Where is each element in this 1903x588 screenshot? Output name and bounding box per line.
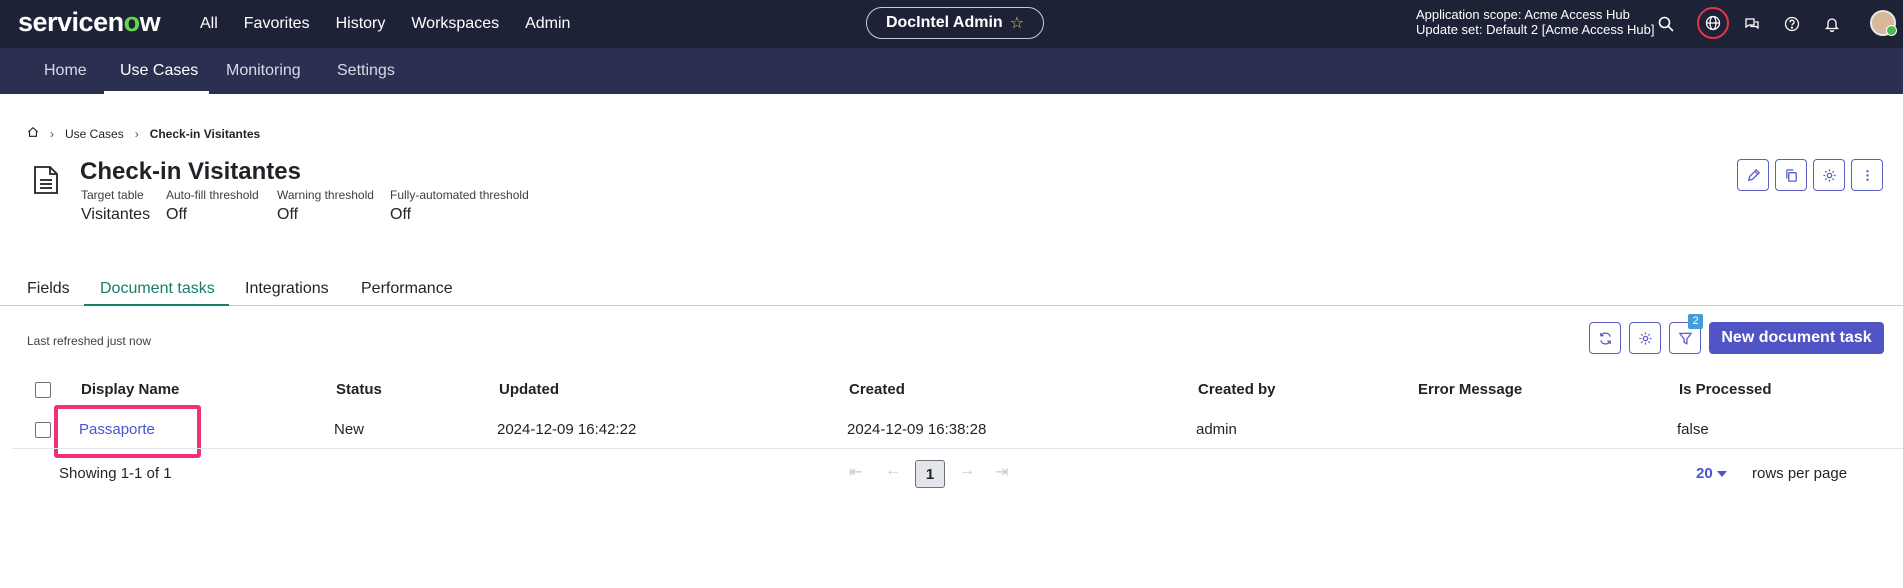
- cell-status: New: [334, 421, 365, 438]
- filter-icon: [1678, 332, 1692, 345]
- subnav-settings[interactable]: Settings: [337, 48, 395, 94]
- gear-icon: [1638, 331, 1652, 345]
- rows-per-page-label: rows per page: [1752, 465, 1848, 482]
- subnav-home[interactable]: Home: [44, 48, 87, 94]
- meta-auto-fill-threshold: Auto-fill threshold Off: [166, 188, 259, 223]
- filter-count-badge: 2: [1688, 314, 1703, 329]
- next-page-icon[interactable]: →: [959, 462, 975, 480]
- column-header-created[interactable]: Created: [849, 381, 905, 398]
- top-nav: All Favorites History Workspaces Admin: [200, 0, 596, 48]
- edit-button[interactable]: [1737, 159, 1769, 191]
- bell-icon[interactable]: [1819, 11, 1845, 37]
- application-scope: Application scope: Acme Access Hub: [1416, 7, 1630, 22]
- new-document-task-button[interactable]: New document task: [1709, 322, 1884, 354]
- breadcrumb-use-cases[interactable]: Use Cases: [65, 127, 124, 141]
- chat-icon[interactable]: [1739, 11, 1765, 37]
- meta-target-table: Target table Visitantes: [81, 188, 151, 223]
- caret-down-icon: [1716, 471, 1727, 478]
- first-page-icon[interactable]: ⇤: [849, 462, 862, 482]
- current-page[interactable]: 1: [915, 460, 945, 488]
- last-page-icon[interactable]: ⇥: [995, 462, 1008, 482]
- breadcrumb-current: Check-in Visitantes: [149, 126, 261, 141]
- document-icon: [33, 165, 59, 195]
- sub-nav: Home Use Cases Monitoring Settings: [0, 48, 1903, 94]
- column-header-display-name[interactable]: Display Name: [81, 381, 179, 398]
- star-icon[interactable]: ☆: [1010, 13, 1024, 33]
- topnav-admin[interactable]: Admin: [525, 15, 570, 33]
- user-avatar[interactable]: [1870, 10, 1897, 36]
- workspace-pill[interactable]: DocIntel Admin ☆: [866, 7, 1044, 39]
- table-settings-button[interactable]: [1629, 322, 1661, 354]
- pencil-icon: [1747, 168, 1760, 181]
- servicenow-logo[interactable]: servicenow: [18, 7, 161, 38]
- rows-per-page-select[interactable]: 20: [1696, 465, 1727, 482]
- last-refreshed-text: Last refreshed just now: [27, 334, 152, 348]
- chevron-right-icon: ›: [50, 126, 54, 141]
- meta-fully-automated-threshold: Fully-automated threshold Off: [390, 188, 529, 223]
- top-bar: servicenow All Favorites History Workspa…: [0, 0, 1903, 48]
- column-header-status[interactable]: Status: [336, 381, 382, 398]
- row-checkbox[interactable]: [35, 422, 51, 438]
- tab-integrations[interactable]: Integrations: [245, 280, 329, 298]
- column-header-created-by[interactable]: Created by: [1198, 381, 1276, 398]
- breadcrumb: › Use Cases › Check-in Visitantes: [27, 126, 260, 141]
- more-options-button[interactable]: [1851, 159, 1883, 191]
- update-set: Update set: Default 2 [Acme Access Hub]: [1416, 22, 1655, 37]
- column-header-is-processed[interactable]: Is Processed: [1679, 381, 1772, 398]
- tab-document-tasks[interactable]: Document tasks: [100, 280, 215, 298]
- column-header-error-message[interactable]: Error Message: [1418, 381, 1522, 398]
- globe-icon[interactable]: [1697, 7, 1729, 39]
- workspace-pill-label: DocIntel Admin: [885, 14, 1003, 31]
- cell-is-processed: false: [1677, 421, 1709, 438]
- settings-button[interactable]: [1813, 159, 1845, 191]
- subnav-use-cases[interactable]: Use Cases: [120, 48, 198, 94]
- topnav-favorites[interactable]: Favorites: [244, 15, 310, 33]
- tab-fields[interactable]: Fields: [27, 280, 70, 298]
- cell-created: 2024-12-09 16:38:28: [847, 421, 987, 438]
- search-icon[interactable]: [1653, 11, 1679, 37]
- chevron-right-icon: ›: [134, 126, 139, 141]
- active-tab-indicator: [84, 304, 229, 306]
- cell-updated: 2024-12-09 16:42:22: [497, 421, 637, 438]
- previous-page-icon[interactable]: ←: [885, 462, 901, 480]
- subnav-monitoring[interactable]: Monitoring: [226, 48, 301, 94]
- subnav-active-indicator: [104, 91, 209, 94]
- column-header-updated[interactable]: Updated: [499, 381, 559, 398]
- tab-bar: Fields Document tasks Integrations Perfo…: [0, 276, 1903, 306]
- meta-warning-threshold: Warning threshold Off: [277, 188, 374, 223]
- page-title: Check-in Visitantes: [80, 158, 301, 185]
- copy-button[interactable]: [1775, 159, 1807, 191]
- refresh-button[interactable]: [1589, 322, 1621, 354]
- app-scope-info[interactable]: Application scope: Acme Access Hub Updat…: [1416, 7, 1654, 37]
- topnav-all[interactable]: All: [200, 15, 218, 33]
- more-vertical-icon: [1865, 169, 1869, 181]
- help-icon[interactable]: [1779, 11, 1805, 37]
- tab-performance[interactable]: Performance: [361, 280, 453, 298]
- cell-created-by: admin: [1196, 421, 1237, 438]
- showing-count: Showing 1-1 of 1: [59, 465, 172, 482]
- copy-icon: [1785, 168, 1797, 182]
- topnav-history[interactable]: History: [336, 15, 386, 33]
- highlight-box: [54, 405, 201, 458]
- topnav-workspaces[interactable]: Workspaces: [411, 15, 499, 33]
- row-divider: [12, 448, 1903, 449]
- home-icon[interactable]: [27, 126, 39, 141]
- select-all-checkbox[interactable]: [35, 382, 51, 398]
- gear-icon: [1822, 168, 1836, 182]
- refresh-icon: [1599, 331, 1611, 345]
